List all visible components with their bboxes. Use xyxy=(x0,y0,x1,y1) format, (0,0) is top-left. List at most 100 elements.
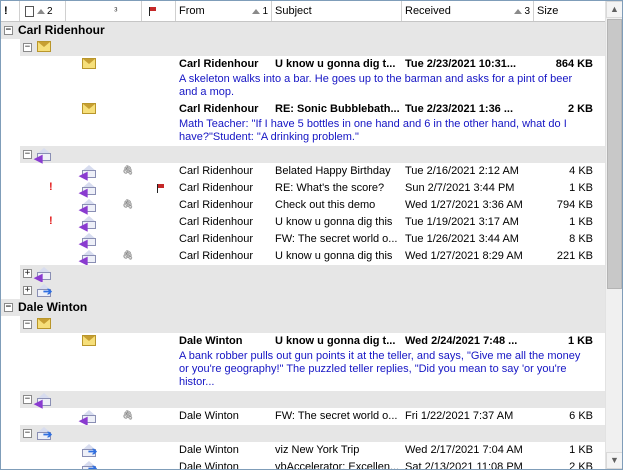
collapse-toggle-icon[interactable]: − xyxy=(23,43,32,52)
expand-toggle-icon[interactable]: + xyxy=(23,286,32,295)
unread-envelope-icon xyxy=(37,41,51,52)
message-row[interactable]: Carl Ridenhour U know u gonna dig t... Tue… xyxy=(1,56,605,73)
paperclip-icon: 🖇 xyxy=(122,199,134,209)
message-from: Carl Ridenhour xyxy=(179,199,253,211)
message-row[interactable]: Dale Winton U know u gonna dig t... Wed 2/… xyxy=(1,333,605,350)
subgroup-row[interactable]: − xyxy=(20,39,605,56)
message-row[interactable]: ◀ 🖇 Carl Ridenhour Belated Happy Birthday Tu… xyxy=(1,163,605,182)
subgroup-row[interactable]: − ➔ xyxy=(20,425,605,442)
unread-envelope-icon xyxy=(82,335,96,346)
subgroup-row[interactable]: − ◀ xyxy=(20,391,605,410)
collapse-toggle-icon[interactable]: − xyxy=(23,150,32,159)
message-row[interactable]: ➔ Dale Winton viz New York Trip Wed 2/17/20… xyxy=(1,442,605,459)
message-size: 8 KB xyxy=(569,233,593,245)
group-row-0[interactable]: − Carl Ridenhour xyxy=(1,22,605,39)
read-envelope-icon: ◀ xyxy=(79,233,97,250)
message-from: Carl Ridenhour xyxy=(179,250,253,262)
header-importance[interactable]: ! xyxy=(1,1,20,21)
message-received: Sun 2/7/2021 3:44 PM xyxy=(405,182,515,194)
group-label: Carl Ridenhour xyxy=(18,23,105,37)
message-received: Fri 1/22/2021 7:37 AM xyxy=(405,410,514,422)
size-header-label: Size xyxy=(537,5,559,17)
collapse-toggle-icon[interactable]: − xyxy=(4,303,13,312)
read-envelope-icon: ◀ xyxy=(79,165,97,182)
message-subject: Check out this demo xyxy=(275,199,376,211)
read-envelope-icon: ◀ xyxy=(79,410,97,427)
message-received: Tue 1/19/2021 3:17 AM xyxy=(405,216,519,228)
sort-arrow-icon xyxy=(252,8,261,14)
from-sort-order: 1 xyxy=(262,5,268,17)
message-from: Dale Winton xyxy=(179,444,239,456)
message-from: Dale Winton xyxy=(179,410,239,422)
header-size[interactable]: Size xyxy=(534,1,605,21)
scroll-up-button[interactable]: ▲ xyxy=(606,1,622,18)
message-subject: RE: Sonic Bubblebath... xyxy=(275,103,400,115)
scrollbar-thumb[interactable] xyxy=(607,19,622,289)
message-preview: A bank robber pulls out gun points it at… xyxy=(179,350,581,388)
message-received: Tue 1/26/2021 3:44 AM xyxy=(405,233,519,245)
vertical-scrollbar[interactable]: ▲ ▼ xyxy=(605,1,622,469)
header-flag[interactable] xyxy=(142,1,176,21)
message-from: Carl Ridenhour xyxy=(179,216,253,228)
group-row-1[interactable]: − Dale Winton xyxy=(1,299,605,316)
message-from: Carl Ridenhour xyxy=(179,103,259,115)
unread-envelope-icon xyxy=(82,103,96,114)
message-subject: RE: What's the score? xyxy=(275,182,385,194)
subgroup-row[interactable]: + ➔ xyxy=(20,282,605,299)
forwarded-envelope-icon: ➔ xyxy=(37,427,52,441)
header-attachment[interactable]: ᵌ xyxy=(111,1,142,21)
flag-icon xyxy=(149,6,157,16)
read-envelope-icon: ◀ xyxy=(34,267,52,284)
read-envelope-icon: ◀ xyxy=(34,393,52,410)
message-row[interactable]: ◀ 🖇 Carl Ridenhour U know u gonna dig this W… xyxy=(1,248,605,267)
message-row[interactable]: ◀ 🖇 Dale Winton FW: The secret world o... Fr… xyxy=(1,408,605,427)
subject-header-label: Subject xyxy=(275,5,312,17)
message-from: Carl Ridenhour xyxy=(179,182,253,194)
subgroup-row[interactable]: − xyxy=(20,316,605,333)
high-importance-icon: ! xyxy=(49,215,53,227)
paperclip-icon: 🖇 xyxy=(122,250,134,260)
forwarded-envelope-icon: ➔ xyxy=(82,461,97,469)
message-from: Carl Ridenhour xyxy=(179,165,253,177)
collapse-toggle-icon[interactable]: − xyxy=(23,395,32,404)
read-envelope-icon: ◀ xyxy=(79,216,97,233)
message-size: 221 KB xyxy=(556,250,593,262)
message-size: 6 KB xyxy=(569,410,593,422)
header-icon[interactable]: 2 xyxy=(20,1,66,21)
message-row[interactable]: ◀ 🖇 Carl Ridenhour Check out this demo Wed 1… xyxy=(1,197,605,216)
message-row[interactable]: ➔ Dale Winton vbAccelerator: Excellen... Sa… xyxy=(1,459,605,469)
message-row[interactable]: ! ◀ Carl Ridenhour U know u gonna dig this T… xyxy=(1,214,605,233)
collapse-toggle-icon[interactable]: − xyxy=(23,320,32,329)
scroll-down-button[interactable]: ▼ xyxy=(606,452,622,469)
subgroup-row[interactable]: − ◀ xyxy=(20,146,605,165)
subgroup-row[interactable]: + ◀ xyxy=(20,265,605,284)
document-icon xyxy=(25,5,34,17)
message-subject: U know u gonna dig this xyxy=(275,216,393,228)
read-envelope-icon: ◀ xyxy=(79,250,97,267)
header-from[interactable]: From 1 xyxy=(176,1,272,21)
collapse-toggle-icon[interactable]: − xyxy=(23,429,32,438)
sort-arrow-icon xyxy=(514,8,523,14)
message-subject: viz New York Trip xyxy=(275,444,360,456)
message-from: Dale Winton xyxy=(179,461,239,469)
message-size: 1 KB xyxy=(567,335,593,347)
message-subject: U know u gonna dig t... xyxy=(275,335,396,347)
message-subject: U know u gonna dig this xyxy=(275,250,393,262)
message-row[interactable]: Carl Ridenhour RE: Sonic Bubblebath... Tue… xyxy=(1,101,605,118)
message-row[interactable]: ◀ Carl Ridenhour FW: The secret world o...… xyxy=(1,231,605,250)
message-size: 2 KB xyxy=(567,103,593,115)
read-envelope-icon: ◀ xyxy=(79,182,97,199)
message-subject: Belated Happy Birthday xyxy=(275,165,391,177)
expand-toggle-icon[interactable]: + xyxy=(23,269,32,278)
read-envelope-icon: ◀ xyxy=(79,199,97,216)
message-row[interactable]: ! ◀ Carl Ridenhour RE: What's the score? Sun… xyxy=(1,180,605,199)
message-subject: FW: The secret world o... xyxy=(275,233,398,245)
header-subject[interactable]: Subject xyxy=(272,1,402,21)
header-received[interactable]: Received 3 xyxy=(402,1,534,21)
message-received: Tue 2/23/2021 1:36 ... xyxy=(405,103,514,115)
column-header-bar: ! 2 ᵌ From 1 Subject Received 3 Size xyxy=(1,1,605,22)
message-received: Tue 2/16/2021 2:12 AM xyxy=(405,165,519,177)
collapse-toggle-icon[interactable]: − xyxy=(4,26,13,35)
message-from: Carl Ridenhour xyxy=(179,58,259,70)
flag-icon[interactable] xyxy=(157,184,165,193)
